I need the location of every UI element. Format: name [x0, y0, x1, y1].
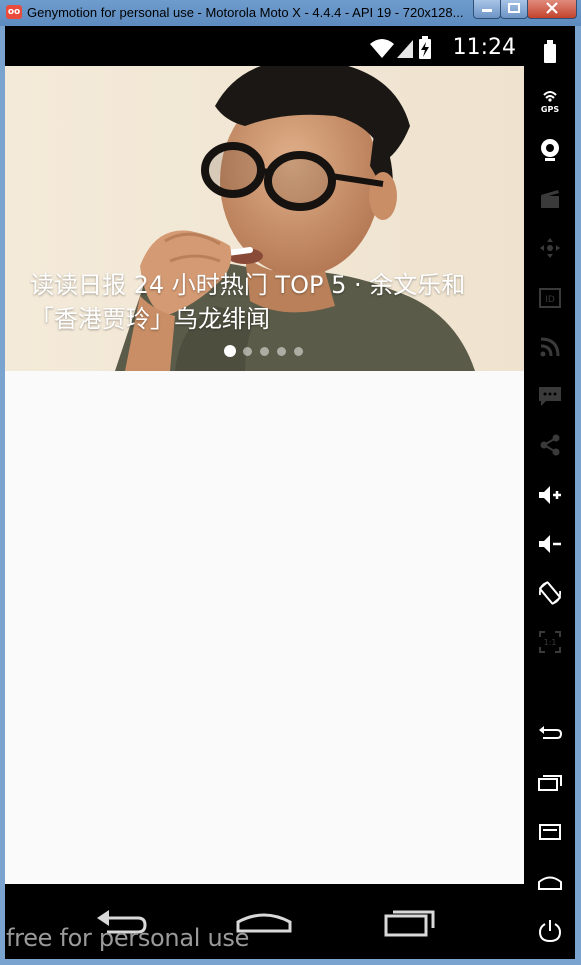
volume-up-icon: [538, 486, 561, 504]
genymotion-sidebar: GPS ID 1:1: [524, 26, 575, 959]
share-icon: [540, 434, 559, 456]
home-icon: [537, 876, 562, 890]
status-time: 11:24: [452, 35, 516, 60]
dpad-icon: [539, 238, 560, 258]
screencast-icon: [540, 190, 559, 208]
recent-apps-icon: [537, 775, 562, 791]
sidebar-recent-apps-button[interactable]: [524, 766, 575, 800]
pixel-perfect-icon: 1:1: [538, 631, 561, 653]
rss-button[interactable]: [524, 330, 575, 364]
power-button[interactable]: [524, 914, 575, 948]
carousel-dot-5[interactable]: [294, 347, 303, 356]
carousel-dot-1[interactable]: [224, 345, 236, 357]
webcam-icon: [540, 139, 559, 161]
status-bar: 11:24: [5, 26, 524, 66]
recent-apps-icon[interactable]: [383, 906, 437, 938]
rss-icon: [540, 337, 559, 357]
carousel-dot-4[interactable]: [277, 347, 286, 356]
pixel-perfect-button[interactable]: 1:1: [524, 625, 575, 659]
power-icon: [538, 920, 561, 943]
maximize-icon: [508, 3, 520, 13]
rotate-button[interactable]: [524, 576, 575, 610]
minimize-button[interactable]: [473, 0, 501, 19]
device-id-button[interactable]: ID: [524, 281, 575, 315]
minimize-icon: [482, 9, 492, 12]
volume-down-button[interactable]: [524, 527, 575, 561]
webcam-button[interactable]: [524, 133, 575, 167]
signal-icon: [397, 40, 413, 58]
battery-icon: [543, 40, 556, 63]
screencast-button[interactable]: [524, 182, 575, 216]
content-area: [5, 371, 524, 884]
maximize-button[interactable]: [500, 0, 528, 19]
battery-charging-icon: [419, 36, 431, 59]
watermark-text: free for personal use: [6, 924, 250, 952]
window-titlebar: oo Genymotion for personal use - Motorol…: [0, 0, 581, 26]
sms-button[interactable]: [524, 379, 575, 413]
sidebar-home-button[interactable]: [524, 865, 575, 899]
wifi-icon: [370, 39, 394, 58]
volume-up-button[interactable]: [524, 478, 575, 512]
svg-text:ID: ID: [545, 295, 555, 305]
window-border-right: [575, 26, 581, 965]
carousel-dot-3[interactable]: [260, 347, 269, 356]
window-title: Genymotion for personal use - Motorola M…: [27, 5, 464, 20]
share-button[interactable]: [524, 428, 575, 462]
rotate-icon: [538, 581, 561, 605]
id-icon: ID: [538, 288, 561, 308]
gps-button[interactable]: GPS: [524, 83, 575, 117]
svg-text:GPS: GPS: [540, 105, 558, 114]
volume-down-icon: [538, 535, 561, 553]
svg-text:1:1: 1:1: [543, 638, 556, 647]
sms-icon: [538, 387, 561, 406]
back-icon: [538, 726, 562, 739]
sidebar-menu-button[interactable]: [524, 815, 575, 849]
close-button[interactable]: [527, 0, 577, 19]
hero-headline: 读读日报 24 小时热门 TOP 5 · 余文乐和「香港贾玲」乌龙绯闻: [30, 271, 466, 333]
gps-icon: GPS: [540, 91, 559, 114]
carousel-dot-2[interactable]: [243, 347, 252, 356]
window-border-bottom: [0, 959, 581, 965]
close-icon: [546, 2, 558, 14]
battery-button[interactable]: [524, 35, 575, 69]
sidebar-back-button[interactable]: [524, 717, 575, 751]
genymotion-icon: oo: [6, 5, 22, 19]
status-icons: [370, 36, 431, 59]
dpad-button[interactable]: [524, 231, 575, 265]
hero-banner[interactable]: 读读日报 24 小时热门 TOP 5 · 余文乐和「香港贾玲」乌龙绯闻: [5, 66, 524, 371]
menu-icon: [538, 824, 561, 840]
